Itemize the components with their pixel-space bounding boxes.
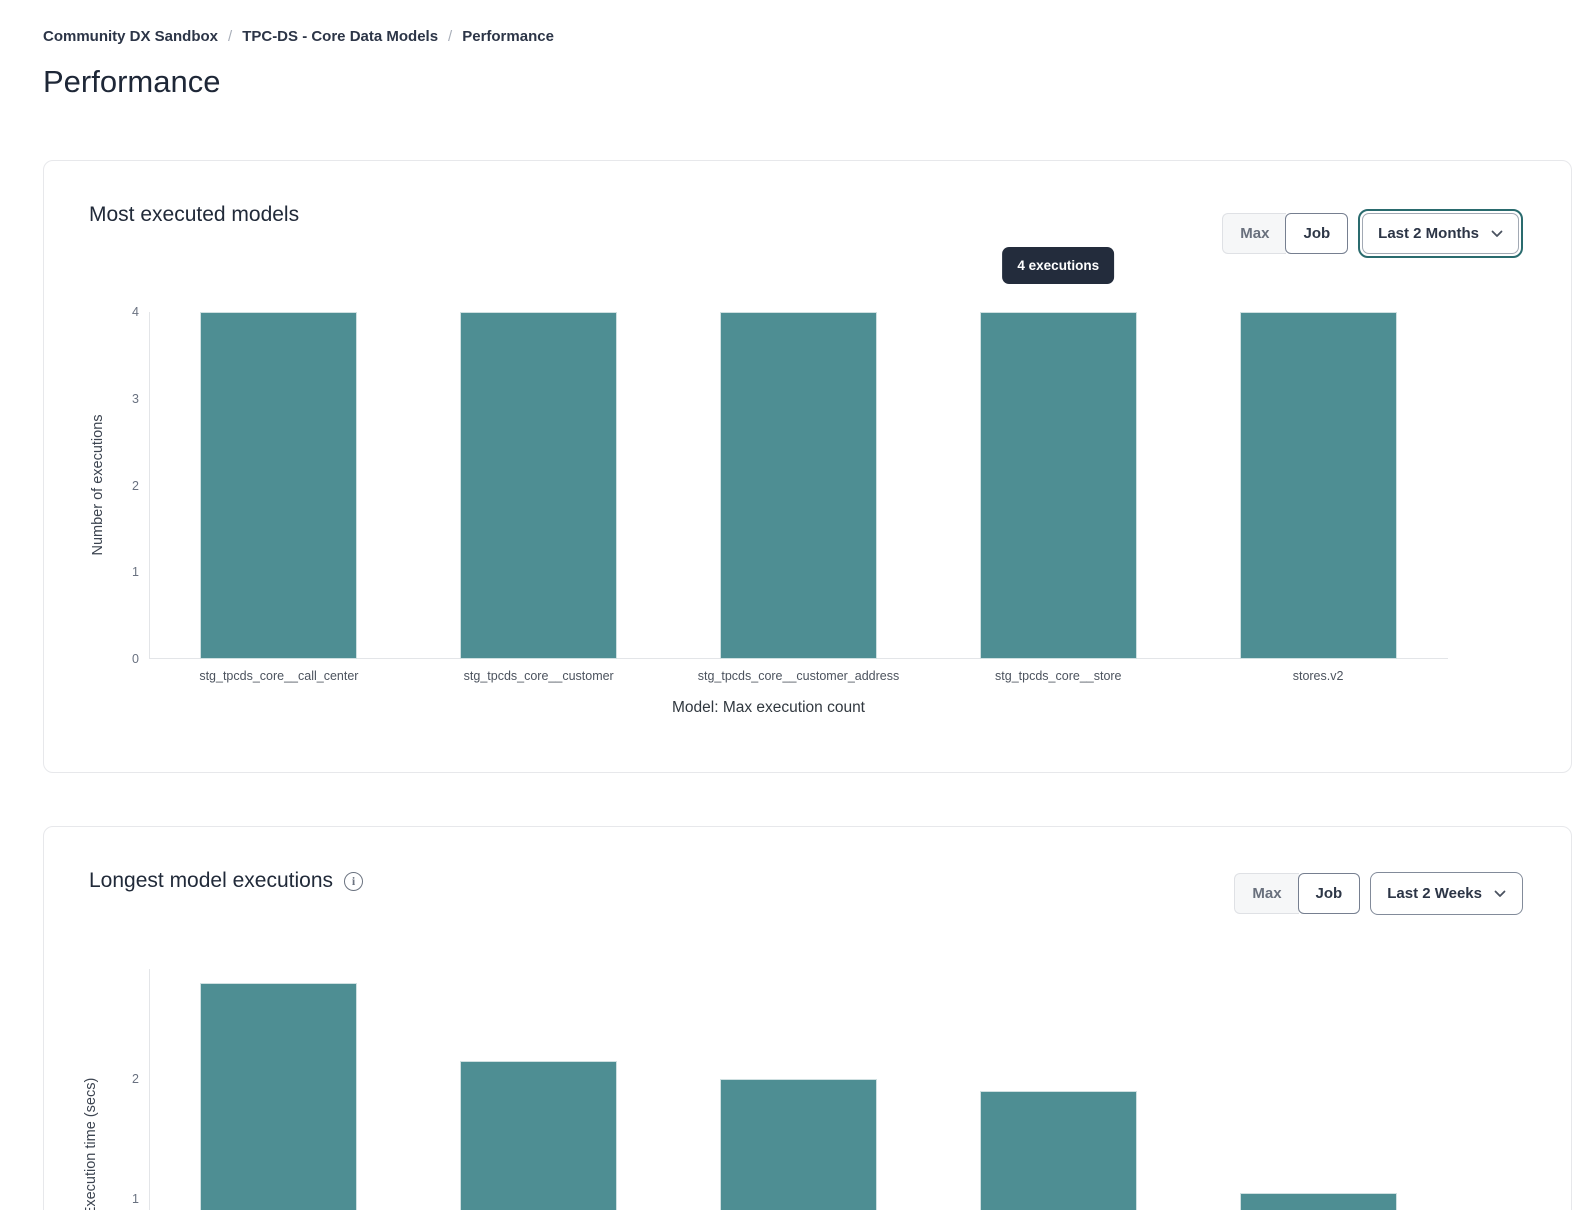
bar-stores.v2[interactable]: [1240, 312, 1397, 659]
bar-stg_tpcds_core__customer[interactable]: [460, 312, 617, 659]
breadcrumb-separator: /: [228, 28, 232, 45]
bar-series-3[interactable]: [980, 1091, 1137, 1210]
bar-stg_tpcds_core__call_center[interactable]: [200, 312, 357, 659]
bar-series-0[interactable]: [200, 983, 357, 1210]
x-tick-label: stg_tpcds_core__customer_address: [669, 669, 929, 683]
y-tick-label: 3: [99, 392, 139, 406]
longest-model-executions-card: Longest model executions i Max Job Last …: [43, 826, 1572, 1210]
x-axis-title: Model: Max execution count: [89, 699, 1448, 717]
bar-series-1[interactable]: [460, 1061, 617, 1210]
x-tick-label: stg_tpcds_core__call_center: [149, 669, 409, 683]
y-tick-label: 4: [99, 305, 139, 319]
breadcrumb-separator: /: [448, 28, 452, 45]
most-executed-models-chart: Number of executions Model: Max executio…: [44, 161, 1571, 772]
breadcrumb-item-models[interactable]: TPC-DS - Core Data Models: [242, 28, 438, 45]
breadcrumb-item-current: Performance: [462, 28, 554, 45]
page-title: Performance: [43, 64, 220, 100]
breadcrumb-item-project[interactable]: Community DX Sandbox: [43, 28, 218, 45]
breadcrumb: Community DX Sandbox / TPC-DS - Core Dat…: [43, 28, 554, 45]
y-tick-label: 1: [99, 565, 139, 579]
y-tick-label: 2: [99, 1072, 139, 1086]
y-tick-label: 2: [99, 479, 139, 493]
longest-model-executions-chart: Execution time (secs) 1 2: [44, 827, 1571, 1210]
x-tick-label: stg_tpcds_core__store: [928, 669, 1188, 683]
y-axis-title: Execution time (secs): [83, 1078, 99, 1210]
y-tick-label: 0: [99, 652, 139, 666]
bar-series-2[interactable]: [720, 1079, 877, 1210]
bar-stg_tpcds_core__store[interactable]: [980, 312, 1137, 659]
y-tick-label: 1: [99, 1192, 139, 1206]
most-executed-models-card: Most executed models Max Job Last 2 Mont…: [43, 160, 1572, 773]
bar-series-4[interactable]: [1240, 1193, 1397, 1210]
bar-stg_tpcds_core__customer_address[interactable]: [720, 312, 877, 659]
x-tick-label: stg_tpcds_core__customer: [409, 669, 669, 683]
x-tick-label: stores.v2: [1188, 669, 1448, 683]
